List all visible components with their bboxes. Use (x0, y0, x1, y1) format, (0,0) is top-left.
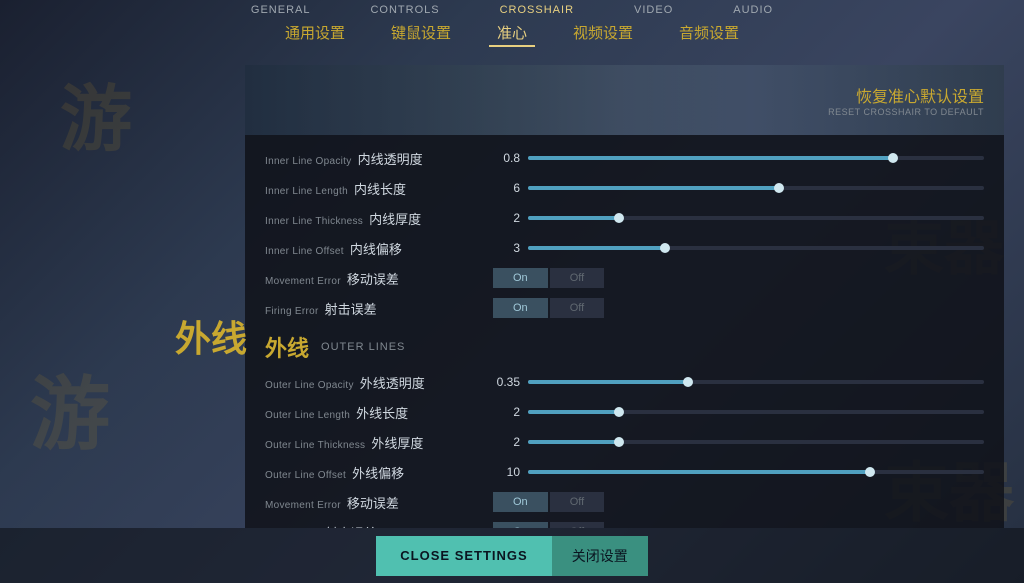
value-outer-opacity: 0.35 (485, 375, 520, 389)
nav-audio[interactable]: AUDIO (733, 4, 773, 16)
label-inner-thickness: Inner Line Thickness 内线厚度 (265, 209, 485, 228)
toggle-inner-firing-on[interactable]: On (493, 298, 548, 318)
toggle-outer-movement-on[interactable]: On (493, 492, 548, 512)
value-inner-offset: 3 (485, 241, 520, 255)
slider-inner-thickness[interactable] (528, 216, 984, 220)
reset-zh-label: 恢复准心默认设置 (828, 83, 984, 107)
nav-general[interactable]: GENERAL (251, 4, 311, 16)
label-zh-inner-thickness: 内线厚度 (369, 209, 421, 228)
value-outer-length: 2 (485, 405, 520, 419)
slider-outer-offset[interactable] (528, 470, 984, 474)
nav-zh-controls[interactable]: 键鼠设置 (383, 20, 459, 47)
label-en-inner-firing: Firing Error (265, 306, 319, 317)
label-inner-length: Inner Line Length 内线长度 (265, 179, 485, 198)
label-zh-outer-length: 外线长度 (356, 403, 408, 422)
label-en-outer-movement: Movement Error (265, 500, 341, 511)
label-zh-outer-offset: 外线偏移 (352, 463, 404, 482)
close-settings-button[interactable]: CLOSE SETTINGS 关闭设置 (376, 536, 647, 576)
top-nav: GENERAL CONTROLS CROSSHAIR VIDEO AUDIO 通… (0, 0, 1024, 58)
row-inner-movement: Movement Error 移动误差 On Off (245, 263, 1004, 293)
nav-controls[interactable]: CONTROLS (370, 4, 439, 16)
nav-zh-audio[interactable]: 音频设置 (671, 20, 747, 47)
row-inner-opacity: Inner Line Opacity 内线透明度 0.8 (245, 143, 1004, 173)
value-inner-opacity: 0.8 (485, 151, 520, 165)
nav-video[interactable]: VIDEO (634, 4, 673, 16)
slider-outer-thickness[interactable] (528, 440, 984, 444)
label-inner-firing: Firing Error 射击误差 (265, 299, 485, 318)
label-en-outer-length: Outer Line Length (265, 410, 350, 421)
close-bar: CLOSE SETTINGS 关闭设置 (0, 528, 1024, 583)
label-zh-inner-opacity: 内线透明度 (358, 149, 423, 168)
outer-lines-section-header: 外线 OUTER LINES (245, 323, 1004, 367)
label-outer-thickness: Outer Line Thickness 外线厚度 (265, 433, 485, 452)
label-inner-opacity: Inner Line Opacity 内线透明度 (265, 149, 485, 168)
label-zh-outer-opacity: 外线透明度 (360, 373, 425, 392)
label-outer-opacity: Outer Line Opacity 外线透明度 (265, 373, 485, 392)
slider-outer-opacity[interactable] (528, 380, 984, 384)
row-inner-thickness: Inner Line Thickness 内线厚度 2 (245, 203, 1004, 233)
toggle-inner-movement-on[interactable]: On (493, 268, 548, 288)
slider-inner-opacity[interactable] (528, 156, 984, 160)
outer-lines-zh: 外线 (265, 331, 309, 363)
toggle-outer-movement-off[interactable]: Off (550, 492, 604, 512)
nav-crosshair[interactable]: CROSSHAIR (500, 4, 574, 16)
value-outer-offset: 10 (485, 465, 520, 479)
row-outer-firing: Firing Error 射击误差 On Off (245, 517, 1004, 528)
toggle-outer-movement: On Off (493, 492, 984, 512)
label-zh-inner-movement: 移动误差 (347, 269, 399, 288)
toggle-inner-firing-off[interactable]: Off (550, 298, 604, 318)
label-zh-outer-thickness: 外线厚度 (371, 433, 423, 452)
slider-inner-length[interactable] (528, 186, 984, 190)
label-en-outer-offset: Outer Line Offset (265, 470, 346, 481)
settings-panel: 恢复准心默认设置 RESET CROSSHAIR TO DEFAULT Inne… (245, 65, 1004, 528)
label-zh-inner-length: 内线长度 (354, 179, 406, 198)
toggle-inner-movement-off[interactable]: Off (550, 268, 604, 288)
slider-inner-offset[interactable] (528, 246, 984, 250)
nav-zh-general[interactable]: 通用设置 (277, 20, 353, 47)
label-en-inner-length: Inner Line Length (265, 186, 348, 197)
row-outer-length: Outer Line Length 外线长度 2 (245, 397, 1004, 427)
row-inner-firing: Firing Error 射击误差 On Off (245, 293, 1004, 323)
label-en-inner-opacity: Inner Line Opacity (265, 156, 352, 167)
value-outer-thickness: 2 (485, 435, 520, 449)
row-inner-offset: Inner Line Offset 内线偏移 3 (245, 233, 1004, 263)
label-zh-inner-offset: 内线偏移 (350, 239, 402, 258)
label-en-inner-thickness: Inner Line Thickness (265, 216, 363, 227)
label-inner-offset: Inner Line Offset 内线偏移 (265, 239, 485, 258)
label-en-outer-thickness: Outer Line Thickness (265, 440, 365, 451)
value-inner-length: 6 (485, 181, 520, 195)
panel-header: 恢复准心默认设置 RESET CROSSHAIR TO DEFAULT (245, 65, 1004, 135)
close-settings-en-label: CLOSE SETTINGS (376, 536, 551, 576)
nav-english: GENERAL CONTROLS CROSSHAIR VIDEO AUDIO (251, 0, 773, 16)
outer-lines-en: OUTER LINES (321, 341, 405, 353)
nav-chinese: 通用设置 键鼠设置 准心 视频设置 音频设置 (277, 20, 747, 47)
close-settings-zh-label: 关闭设置 (552, 536, 648, 576)
label-outer-movement: Movement Error 移动误差 (265, 493, 485, 512)
label-en-outer-opacity: Outer Line Opacity (265, 380, 354, 391)
row-outer-thickness: Outer Line Thickness 外线厚度 2 (245, 427, 1004, 457)
label-inner-movement: Movement Error 移动误差 (265, 269, 485, 288)
left-outer-label: 外线 (175, 310, 247, 362)
toggle-inner-movement: On Off (493, 268, 984, 288)
row-outer-offset: Outer Line Offset 外线偏移 10 (245, 457, 1004, 487)
row-inner-length: Inner Line Length 内线长度 6 (245, 173, 1004, 203)
nav-zh-video[interactable]: 视频设置 (565, 20, 641, 47)
reset-en-label: RESET CROSSHAIR TO DEFAULT (828, 107, 984, 117)
nav-zh-crosshair[interactable]: 准心 (489, 20, 535, 47)
label-en-inner-offset: Inner Line Offset (265, 246, 344, 257)
row-outer-movement: Movement Error 移动误差 On Off (245, 487, 1004, 517)
label-outer-offset: Outer Line Offset 外线偏移 (265, 463, 485, 482)
label-outer-length: Outer Line Length 外线长度 (265, 403, 485, 422)
slider-outer-length[interactable] (528, 410, 984, 414)
row-outer-opacity: Outer Line Opacity 外线透明度 0.35 (245, 367, 1004, 397)
panel-content[interactable]: Inner Line Opacity 内线透明度 0.8 Inner Line … (245, 135, 1004, 528)
toggle-inner-firing: On Off (493, 298, 984, 318)
reset-button[interactable]: 恢复准心默认设置 RESET CROSSHAIR TO DEFAULT (828, 83, 984, 117)
label-zh-inner-firing: 射击误差 (325, 299, 377, 318)
value-inner-thickness: 2 (485, 211, 520, 225)
label-zh-outer-movement: 移动误差 (347, 493, 399, 512)
label-en-inner-movement: Movement Error (265, 276, 341, 287)
